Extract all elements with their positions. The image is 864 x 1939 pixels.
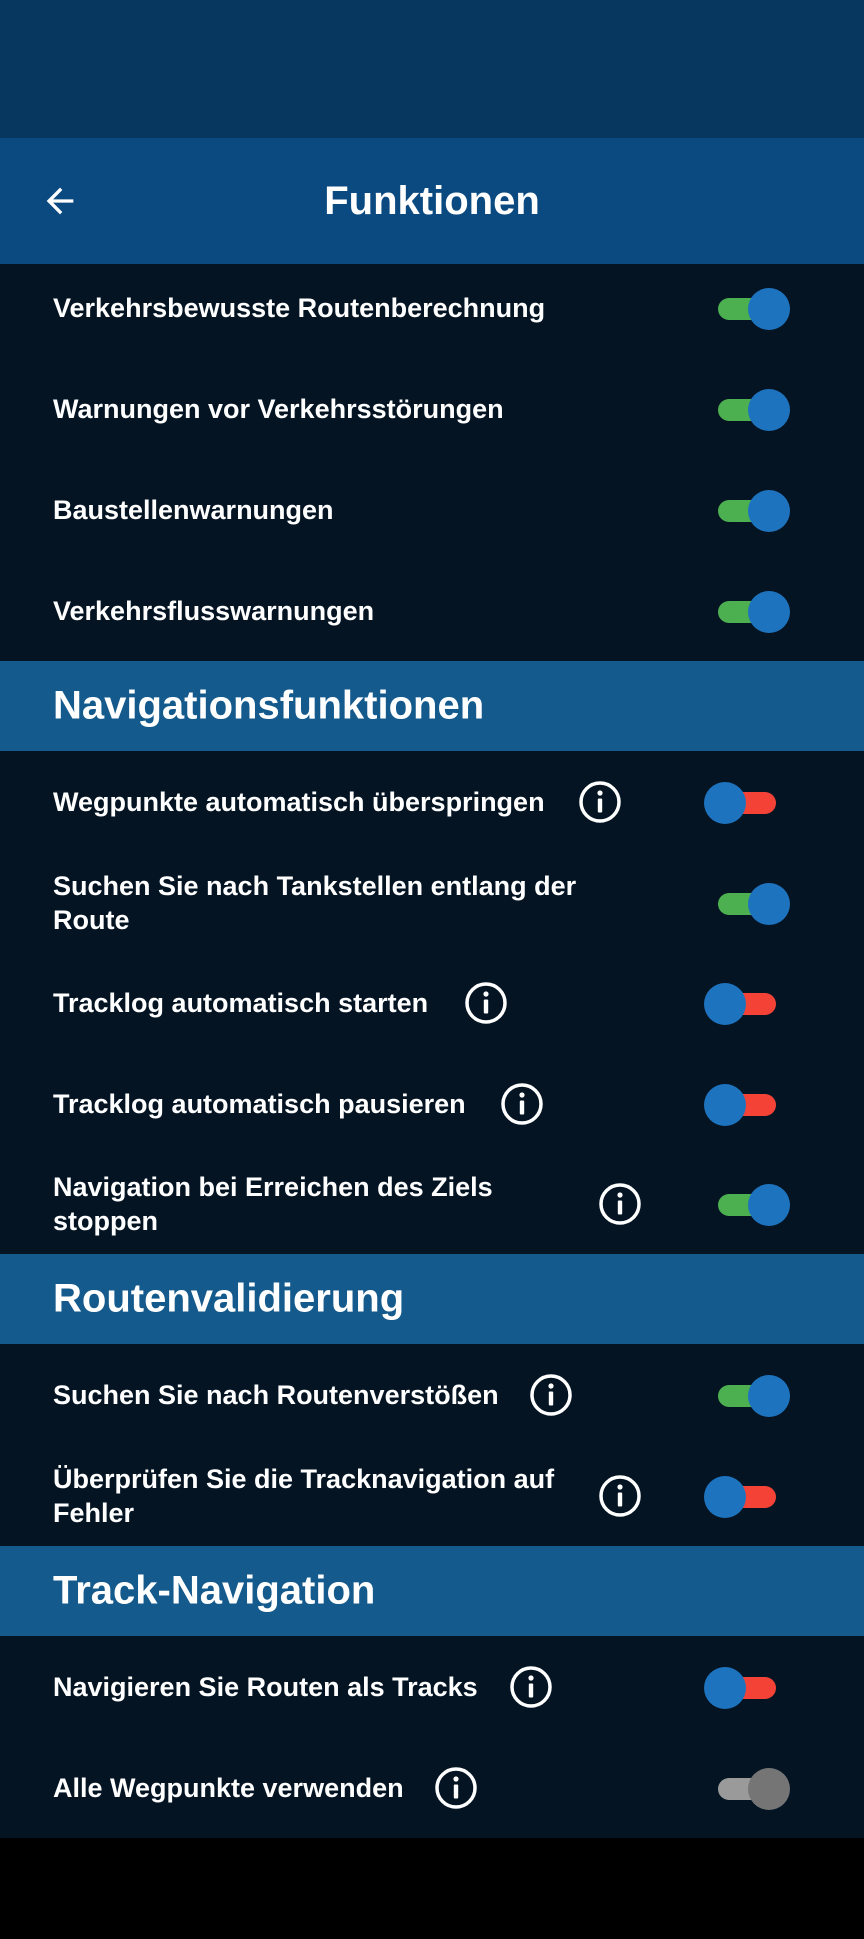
info-icon[interactable]	[434, 1766, 478, 1810]
roadwork-warnings-toggle[interactable]	[710, 489, 790, 532]
info-icon[interactable]	[578, 780, 622, 824]
track-navigation-errors-toggle[interactable]	[704, 1475, 784, 1518]
setting-row-auto-skip-waypoints[interactable]: Wegpunkte automatisch überspringen	[0, 751, 864, 852]
tracklog-auto-start-toggle[interactable]	[704, 982, 784, 1025]
setting-row-roadwork-warnings[interactable]: Baustellenwarnungen	[0, 459, 864, 560]
section-header-navigation: Navigationsfunktionen	[0, 661, 864, 751]
route-violations-toggle[interactable]	[710, 1374, 790, 1417]
info-icon[interactable]	[598, 1182, 642, 1226]
setting-label: Wegpunkte automatisch überspringen	[53, 786, 545, 817]
setting-label: Verkehrsflusswarnungen	[53, 595, 375, 626]
setting-row-route-violations[interactable]: Suchen Sie nach Routenverstößen	[0, 1344, 864, 1445]
section-header-route-validation: Routenvalidierung	[0, 1254, 864, 1344]
traffic-flow-warnings-toggle[interactable]	[710, 590, 790, 633]
auto-skip-waypoints-toggle[interactable]	[704, 781, 784, 824]
traffic-aware-routing-toggle[interactable]	[710, 287, 790, 330]
setting-row-use-all-waypoints[interactable]: Alle Wegpunkte verwenden	[0, 1737, 864, 1838]
setting-label: Tracklog automatisch pausieren	[53, 1088, 466, 1119]
setting-label: Überprüfen Sie die Tracknavigation auf F…	[53, 1463, 555, 1528]
fuel-stations-along-route-toggle[interactable]	[710, 882, 790, 925]
tracklog-auto-pause-toggle[interactable]	[704, 1083, 784, 1126]
info-icon[interactable]	[509, 1665, 553, 1709]
info-icon[interactable]	[464, 981, 508, 1025]
setting-label: Tracklog automatisch starten	[53, 987, 429, 1018]
traffic-disruption-warnings-toggle[interactable]	[710, 388, 790, 431]
setting-row-track-navigation-errors[interactable]: Überprüfen Sie die Tracknavigation auf F…	[0, 1445, 864, 1546]
setting-row-traffic-aware-routing[interactable]: Verkehrsbewusste Routenberechnung	[0, 257, 864, 358]
stop-navigation-at-destination-toggle[interactable]	[710, 1183, 790, 1226]
routes-as-tracks-toggle[interactable]	[704, 1666, 784, 1709]
setting-label: Navigation bei Erreichen des Ziels stopp…	[53, 1171, 493, 1236]
setting-label: Alle Wegpunkte verwenden	[53, 1772, 404, 1803]
setting-row-routes-as-tracks[interactable]: Navigieren Sie Routen als Tracks	[0, 1636, 864, 1737]
section-title: Routenvalidierung	[53, 1276, 405, 1321]
app-bar: Funktionen	[0, 138, 864, 264]
setting-row-tracklog-auto-pause[interactable]: Tracklog automatisch pausieren	[0, 1053, 864, 1154]
section-title: Navigationsfunktionen	[53, 683, 485, 728]
setting-label: Warnungen vor Verkehrsstörungen	[53, 393, 504, 424]
setting-label: Baustellenwarnungen	[53, 494, 334, 525]
page-title: Funktionen	[324, 179, 540, 223]
setting-row-stop-navigation-at-destination[interactable]: Navigation bei Erreichen des Ziels stopp…	[0, 1153, 864, 1254]
setting-label: Suchen Sie nach Routenverstößen	[53, 1379, 499, 1410]
navigation-bar-area	[0, 1838, 864, 1939]
setting-label: Suchen Sie nach Tankstellen entlang der …	[53, 870, 577, 935]
info-icon[interactable]	[529, 1373, 573, 1417]
use-all-waypoints-toggle[interactable]	[710, 1767, 790, 1810]
setting-row-tracklog-auto-start[interactable]: Tracklog automatisch starten	[0, 952, 864, 1053]
info-icon[interactable]	[500, 1082, 544, 1126]
setting-label: Navigieren Sie Routen als Tracks	[53, 1671, 478, 1702]
setting-row-traffic-flow-warnings[interactable]: Verkehrsflusswarnungen	[0, 560, 864, 661]
info-icon[interactable]	[598, 1474, 642, 1518]
setting-row-traffic-disruption-warnings[interactable]: Warnungen vor Verkehrsstörungen	[0, 358, 864, 459]
section-header-track-navigation: Track-Navigation	[0, 1546, 864, 1636]
section-title: Track-Navigation	[53, 1568, 376, 1613]
setting-label: Verkehrsbewusste Routenberechnung	[53, 292, 546, 323]
status-bar-area	[0, 0, 864, 138]
setting-row-fuel-stations-along-route[interactable]: Suchen Sie nach Tankstellen entlang der …	[0, 852, 864, 953]
